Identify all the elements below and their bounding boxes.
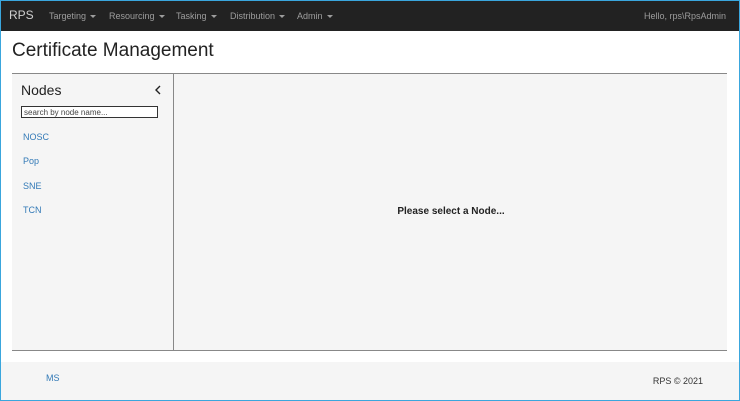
node-link-pop[interactable]: Pop <box>23 156 39 166</box>
nav-tasking-menu[interactable]: Tasking <box>176 11 217 21</box>
footer-ms-link[interactable]: MS <box>46 373 60 383</box>
user-greeting-link[interactable]: Hello, rps\RpsAdmin <box>644 11 726 21</box>
page-title: Certificate Management <box>12 40 214 61</box>
page-footer: MS RPS © 2021 <box>1 362 739 400</box>
node-link-sne[interactable]: SNE <box>23 181 42 191</box>
nav-distribution-label: Distribution <box>230 11 276 21</box>
nodes-sidebar: Nodes NOSC Pop SNE TCN <box>12 74 174 350</box>
nodes-heading: Nodes <box>21 82 62 98</box>
node-link-nosc[interactable]: NOSC <box>23 132 49 142</box>
node-search-input[interactable] <box>21 106 158 118</box>
nav-targeting-menu[interactable]: Targeting <box>49 11 97 21</box>
nav-targeting-label: Targeting <box>49 11 87 21</box>
caret-down-icon <box>279 15 286 19</box>
nav-admin-label: Admin <box>297 11 323 21</box>
caret-down-icon <box>210 15 217 19</box>
brand-link[interactable]: RPS <box>9 8 34 22</box>
nav-tasking-label: Tasking <box>176 11 207 21</box>
empty-state-message: Please select a Node... <box>397 206 505 217</box>
nav-distribution-menu[interactable]: Distribution <box>230 11 286 21</box>
nav-resourcing-label: Resourcing <box>109 11 155 21</box>
copyright-text: RPS © 2021 <box>652 376 703 386</box>
caret-down-icon <box>326 15 333 19</box>
certificate-panel: Nodes NOSC Pop SNE TCN Please select a N… <box>12 73 727 351</box>
nav-admin-menu[interactable]: Admin <box>297 11 333 21</box>
nav-resourcing-menu[interactable]: Resourcing <box>109 11 165 21</box>
top-navbar: RPS Targeting Resourcing Tasking Distrib… <box>1 1 739 31</box>
node-link-tcn[interactable]: TCN <box>23 205 42 215</box>
caret-down-icon <box>158 15 165 19</box>
caret-down-icon <box>90 15 97 19</box>
chevron-left-icon[interactable] <box>153 85 163 95</box>
